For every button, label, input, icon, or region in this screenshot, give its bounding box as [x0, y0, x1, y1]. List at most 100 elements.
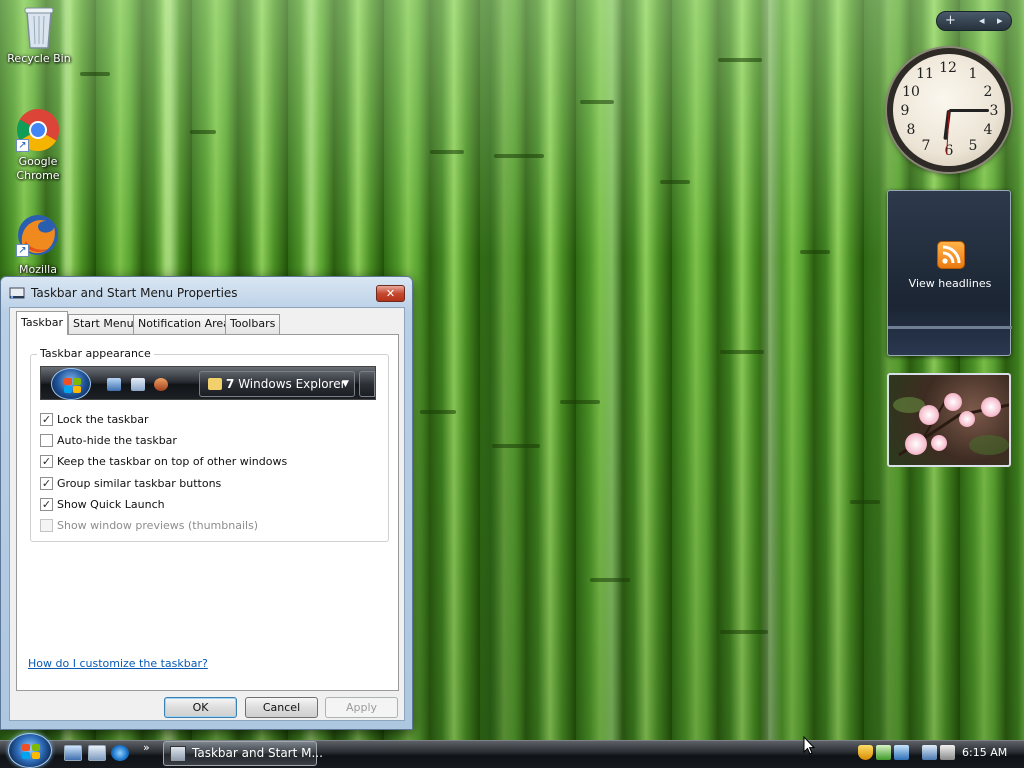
cancel-button[interactable]: Cancel — [245, 697, 318, 718]
start-orb-preview-icon — [51, 368, 91, 400]
previous-page-button[interactable]: ◂ — [979, 12, 985, 30]
media-player-preview-icon — [154, 378, 168, 391]
group-count: 7 — [226, 377, 235, 391]
checkbox-label: Lock the taskbar — [57, 413, 149, 426]
chrome-icon: ↗ — [16, 108, 60, 152]
view-headlines-link[interactable]: View headlines — [888, 277, 1012, 290]
ok-button[interactable]: OK — [164, 697, 237, 718]
checkbox-label: Show window previews (thumbnails) — [57, 519, 259, 532]
switch-windows-preview-icon — [131, 378, 145, 391]
windows-logo-icon — [22, 744, 30, 751]
taskbar-button-taskbar-properties[interactable]: Taskbar and Start M... — [163, 741, 323, 766]
partial-preview-button — [359, 371, 375, 397]
bamboo-node — [560, 400, 600, 404]
security-shield-icon[interactable] — [858, 745, 873, 760]
bamboo-node — [492, 444, 540, 448]
desktop-icon-google-chrome[interactable]: ↗ Google Chrome — [0, 108, 76, 183]
checkbox-label: Group similar taskbar buttons — [57, 477, 222, 490]
bamboo-node — [850, 500, 880, 504]
checkbox-label: Auto-hide the taskbar — [57, 434, 177, 447]
flower-blossom — [981, 397, 1001, 417]
clock-number: 11 — [916, 66, 934, 82]
clock-number: 4 — [983, 122, 993, 138]
clock-number: 8 — [906, 122, 916, 138]
add-gadget-button[interactable]: + — [945, 12, 956, 30]
taskbar-properties-icon — [170, 746, 186, 762]
tab-toolbars[interactable]: Toolbars — [225, 314, 281, 334]
bamboo-node — [590, 578, 630, 582]
internet-explorer-icon[interactable] — [111, 745, 129, 761]
taskbar-tab-panel: Taskbar appearance 7 Windows Explorer ▼ … — [16, 334, 399, 691]
bamboo-node — [720, 630, 768, 634]
clock-gadget[interactable]: 12 1 2 3 4 5 6 7 8 9 10 11 — [887, 48, 1011, 172]
customize-taskbar-help-link[interactable]: How do I customize the taskbar? — [28, 657, 208, 670]
bamboo-node — [720, 350, 764, 354]
flower-photo — [893, 394, 1009, 457]
clock-number: 7 — [921, 138, 931, 154]
mouse-cursor-icon — [803, 736, 815, 755]
tab-start-menu[interactable]: Start Menu — [68, 314, 139, 334]
gadget-divider — [888, 326, 1012, 329]
clock-number: 6 — [944, 143, 954, 159]
clock-number: 5 — [968, 138, 978, 154]
bamboo-node — [660, 180, 690, 184]
checkbox-box[interactable] — [40, 434, 53, 447]
flower-blossom — [959, 411, 975, 427]
clock-number: 9 — [900, 103, 910, 119]
bamboo-node — [420, 410, 456, 414]
checkbox-label: Keep the taskbar on top of other windows — [57, 455, 288, 468]
bamboo-node — [718, 58, 762, 62]
checkbox-label: Show Quick Launch — [57, 498, 165, 511]
close-button[interactable]: ✕ — [376, 285, 405, 302]
desktop-icon-mozilla[interactable]: ↗ Mozilla — [0, 213, 76, 277]
show-desktop-icon[interactable] — [64, 745, 82, 761]
feed-headlines-gadget[interactable]: View headlines — [887, 190, 1012, 356]
slideshow-gadget[interactable] — [887, 373, 1011, 467]
preview-button-label: Windows Explorer — [238, 377, 346, 391]
checkbox-box — [40, 519, 53, 532]
dialog-title: Taskbar and Start Menu Properties — [31, 286, 238, 300]
checkbox-box[interactable]: ✓ — [40, 455, 53, 468]
shortcut-arrow-icon: ↗ — [16, 244, 29, 257]
flower-blossom — [919, 405, 939, 425]
bamboo-node — [80, 72, 110, 76]
checkbox-box[interactable]: ✓ — [40, 498, 53, 511]
recycle-bin-icon — [17, 2, 61, 49]
windows-explorer-preview-button: 7 Windows Explorer ▼ — [199, 371, 355, 397]
windows-update-icon[interactable] — [894, 745, 909, 760]
folder-icon — [208, 378, 222, 390]
bamboo-node — [800, 250, 830, 254]
quick-launch-chevron-icon[interactable]: » — [143, 741, 150, 754]
tab-notification-area[interactable]: Notification Area — [133, 314, 235, 334]
next-page-button[interactable]: ▸ — [997, 12, 1003, 30]
shortcut-arrow-icon: ↗ — [16, 139, 29, 152]
clock-number: 2 — [983, 84, 993, 100]
taskbar-preview-image: 7 Windows Explorer ▼ — [40, 366, 376, 400]
bamboo-node — [494, 154, 544, 158]
sidebar-controls: + ◂ ▸ — [936, 11, 1012, 31]
checkbox-box[interactable]: ✓ — [40, 413, 53, 426]
checkbox-box[interactable]: ✓ — [40, 477, 53, 490]
taskbar-appearance-group: Taskbar appearance 7 Windows Explorer ▼ … — [30, 347, 389, 542]
taskbar-properties-icon — [9, 285, 25, 301]
chevron-down-icon: ▼ — [342, 379, 349, 389]
clock-number: 12 — [939, 60, 957, 76]
apply-button: Apply — [325, 697, 398, 718]
rss-icon — [937, 241, 965, 269]
taskbar-clock[interactable]: 6:15 AM — [962, 746, 1007, 759]
firefox-icon: ↗ — [16, 213, 60, 257]
switch-windows-icon[interactable] — [88, 745, 106, 761]
taskbar-button-label: Taskbar and Start M... — [192, 746, 323, 760]
clock-minute-hand — [949, 109, 989, 112]
start-button[interactable] — [8, 733, 52, 768]
group-label: Taskbar appearance — [37, 347, 154, 360]
tab-taskbar[interactable]: Taskbar — [16, 311, 68, 335]
network-check-icon[interactable] — [876, 745, 891, 760]
flower-blossom — [931, 435, 947, 451]
flower-blossom — [905, 433, 927, 455]
volume-muted-icon[interactable] — [940, 745, 955, 760]
desktop-icon-recycle-bin[interactable]: Recycle Bin — [1, 2, 77, 66]
dialog-titlebar[interactable]: Taskbar and Start Menu Properties ✕ — [1, 277, 412, 307]
bamboo-node — [580, 100, 614, 104]
network-icon[interactable] — [922, 745, 937, 760]
